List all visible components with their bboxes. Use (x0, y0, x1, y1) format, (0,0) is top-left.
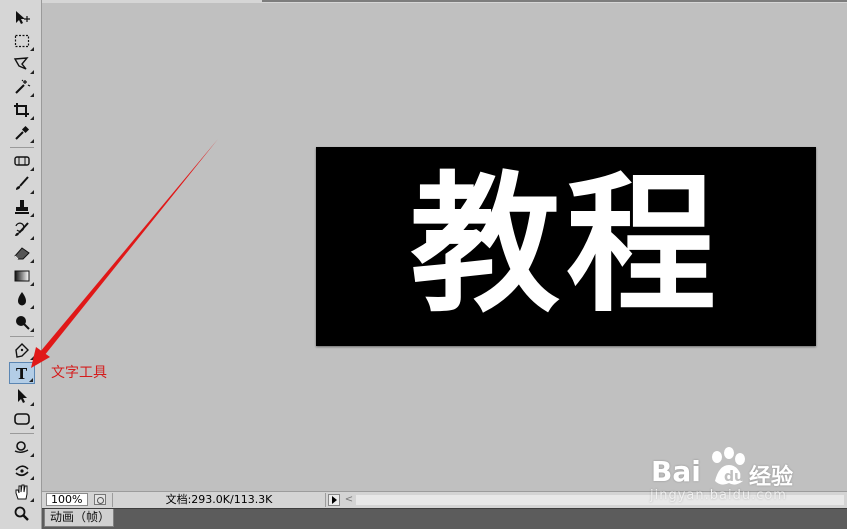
hand-tool[interactable] (9, 481, 35, 503)
eyedropper-tool-icon (15, 125, 30, 140)
canvas-text: 教程 (409, 156, 722, 333)
submenu-indicator (30, 356, 34, 360)
submenu-indicator (30, 402, 34, 406)
submenu-indicator (30, 190, 34, 194)
eyedropper-tool[interactable] (9, 122, 35, 144)
blur-tool[interactable] (9, 288, 35, 310)
submenu-indicator (30, 236, 34, 240)
3d-rotate-tool[interactable] (9, 436, 35, 458)
status-proof-icon[interactable] (94, 494, 106, 505)
toolbar-separator (10, 433, 34, 434)
gradient-tool[interactable] (9, 265, 35, 287)
blur-tool-icon (18, 292, 26, 306)
submenu-indicator (30, 259, 34, 263)
scroll-left-arrow[interactable]: < (344, 494, 354, 506)
dodge-tool[interactable] (9, 311, 35, 333)
shape-tool-icon (14, 413, 30, 425)
move-tool[interactable] (9, 7, 35, 29)
submenu-indicator (30, 282, 34, 286)
healing-brush-tool[interactable] (9, 150, 35, 172)
marquee-tool-icon (14, 34, 30, 48)
submenu-indicator (30, 70, 34, 74)
brush-tool-icon (16, 176, 29, 190)
submenu-indicator (30, 116, 34, 120)
move-tool-icon (16, 11, 30, 24)
submenu-indicator (30, 328, 34, 332)
clone-stamp-tool[interactable] (9, 196, 35, 218)
crop-tool[interactable] (9, 99, 35, 121)
marquee-tool[interactable] (9, 30, 35, 52)
pen-tool[interactable] (9, 339, 35, 361)
status-menu-button[interactable] (328, 494, 340, 506)
zoom-level-field[interactable]: 100% (46, 493, 88, 506)
submenu-indicator (30, 213, 34, 217)
submenu-indicator (30, 305, 34, 309)
gradient-tool-icon (14, 270, 30, 282)
path-selection-tool[interactable] (9, 385, 35, 407)
submenu-indicator (29, 378, 33, 382)
submenu-indicator (30, 139, 34, 143)
tab-animation-frames[interactable]: 动画（帧） (44, 509, 114, 527)
top-border (42, 0, 847, 3)
path-selection-tool-icon (18, 389, 27, 403)
submenu-indicator (30, 425, 34, 429)
crop-tool-icon (14, 103, 29, 117)
3d-orbit-tool-icon (15, 465, 29, 477)
lasso-tool[interactable] (9, 53, 35, 75)
hand-tool-icon (15, 484, 28, 500)
baidu-watermark: du Bai 经验 jingyan.baidu.com (645, 441, 835, 513)
eraser-tool-icon (14, 247, 30, 260)
zoom-tool-icon (14, 506, 29, 521)
watermark-jingyan: 经验 (749, 465, 794, 490)
paw-icon: du (712, 447, 745, 485)
type-tool[interactable]: T (9, 362, 35, 384)
svg-text:du: du (724, 469, 744, 485)
tools-panel: T (0, 0, 42, 529)
magic-wand-tool-icon (15, 79, 31, 94)
submenu-indicator (30, 167, 34, 171)
document-canvas[interactable]: 教程 (316, 147, 816, 346)
healing-brush-tool-icon (14, 156, 30, 166)
3d-orbit-tool[interactable] (9, 459, 35, 481)
eraser-tool[interactable] (9, 242, 35, 264)
magic-wand-tool[interactable] (9, 76, 35, 98)
submenu-indicator (30, 47, 34, 51)
history-brush-tool[interactable] (9, 219, 35, 241)
document-info: 文档:293.0K/113.3K (112, 493, 326, 507)
svg-text:T: T (16, 365, 28, 381)
annotation-label: 文字工具 (51, 365, 107, 381)
pen-tool-icon (15, 343, 29, 358)
history-brush-tool-icon (15, 222, 29, 236)
submenu-indicator (30, 93, 34, 97)
watermark-brand: Bai (651, 455, 701, 488)
watermark-url: jingyan.baidu.com (650, 488, 787, 503)
toolbar-separator (10, 336, 34, 337)
3d-rotate-tool-icon (14, 441, 29, 453)
lasso-tool-icon (13, 57, 29, 70)
zoom-tool[interactable] (9, 503, 35, 525)
submenu-indicator (30, 498, 34, 502)
dodge-tool-icon (16, 316, 30, 330)
brush-tool[interactable] (9, 173, 35, 195)
submenu-indicator (30, 453, 34, 457)
shape-tool[interactable] (9, 408, 35, 430)
toolbar-separator (10, 147, 34, 148)
submenu-indicator (30, 476, 34, 480)
clone-stamp-tool-icon (15, 200, 29, 214)
